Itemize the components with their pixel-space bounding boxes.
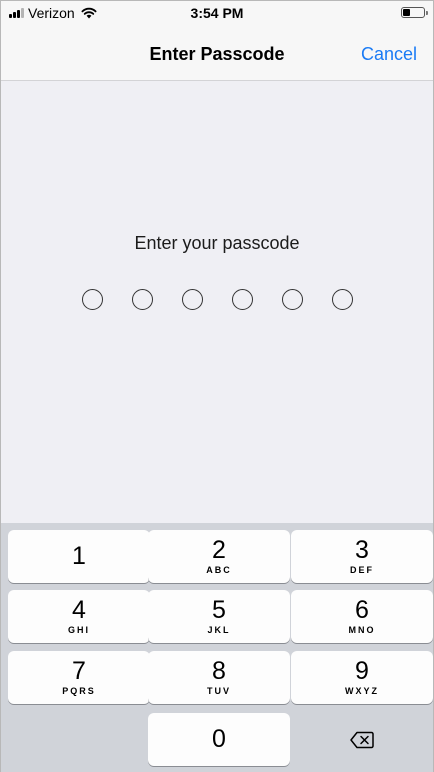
key-digit: 4 xyxy=(72,596,86,624)
key-letters: WXYZ xyxy=(345,686,379,696)
key-8[interactable]: 8 TUV xyxy=(148,651,290,704)
passcode-dot xyxy=(331,289,353,310)
key-letters: GHI xyxy=(67,625,90,635)
battery-icon xyxy=(401,7,428,18)
cancel-button[interactable]: Cancel xyxy=(361,44,417,65)
key-digit: 3 xyxy=(355,536,369,564)
key-digit: 7 xyxy=(72,657,86,685)
key-digit: 2 xyxy=(212,536,226,564)
key-digit: 0 xyxy=(212,725,226,753)
screen: Verizon 3:54 PM Enter Passcode Cancel En… xyxy=(0,0,434,772)
passcode-prompt: Enter your passcode xyxy=(134,233,300,253)
key-2[interactable]: 2 ABC xyxy=(148,530,290,583)
key-4[interactable]: 4 GHI xyxy=(8,590,150,643)
key-6[interactable]: 6 MNO xyxy=(291,590,433,643)
navigation-bar: Enter Passcode Cancel xyxy=(1,25,433,81)
key-digit: 9 xyxy=(355,657,369,685)
passcode-dot xyxy=(81,289,103,310)
delete-button[interactable] xyxy=(291,713,433,766)
passcode-dot xyxy=(131,289,153,310)
key-letters: MNO xyxy=(348,625,376,635)
key-digit: 5 xyxy=(212,596,226,624)
key-letters: TUV xyxy=(207,686,231,696)
key-letters: PQRS xyxy=(62,686,96,696)
numeric-keypad: 1 2 ABC 3 DEF 4 GHI 5 JKL 6 MNO 7 PQRS 8 TUV 9 WXYZ 0 xyxy=(1,523,433,772)
backspace-icon xyxy=(350,731,374,748)
key-7[interactable]: 7 PQRS xyxy=(8,651,150,704)
key-digit: 8 xyxy=(212,657,226,685)
key-1[interactable]: 1 xyxy=(8,530,150,583)
key-9[interactable]: 9 WXYZ xyxy=(291,651,433,704)
key-letters: ABC xyxy=(206,565,232,575)
key-0[interactable]: 0 xyxy=(148,713,290,766)
passcode-dots xyxy=(1,289,433,310)
passcode-dot xyxy=(181,289,203,310)
key-digit: 1 xyxy=(72,542,86,570)
key-5[interactable]: 5 JKL xyxy=(148,590,290,643)
key-3[interactable]: 3 DEF xyxy=(291,530,433,583)
passcode-dot xyxy=(231,289,253,310)
key-digit: 6 xyxy=(355,596,369,624)
passcode-dot xyxy=(281,289,303,310)
key-letters: DEF xyxy=(350,565,374,575)
status-bar: Verizon 3:54 PM xyxy=(1,1,433,25)
status-time: 3:54 PM xyxy=(190,5,244,21)
battery-level xyxy=(403,9,410,16)
key-letters: JKL xyxy=(207,625,231,635)
